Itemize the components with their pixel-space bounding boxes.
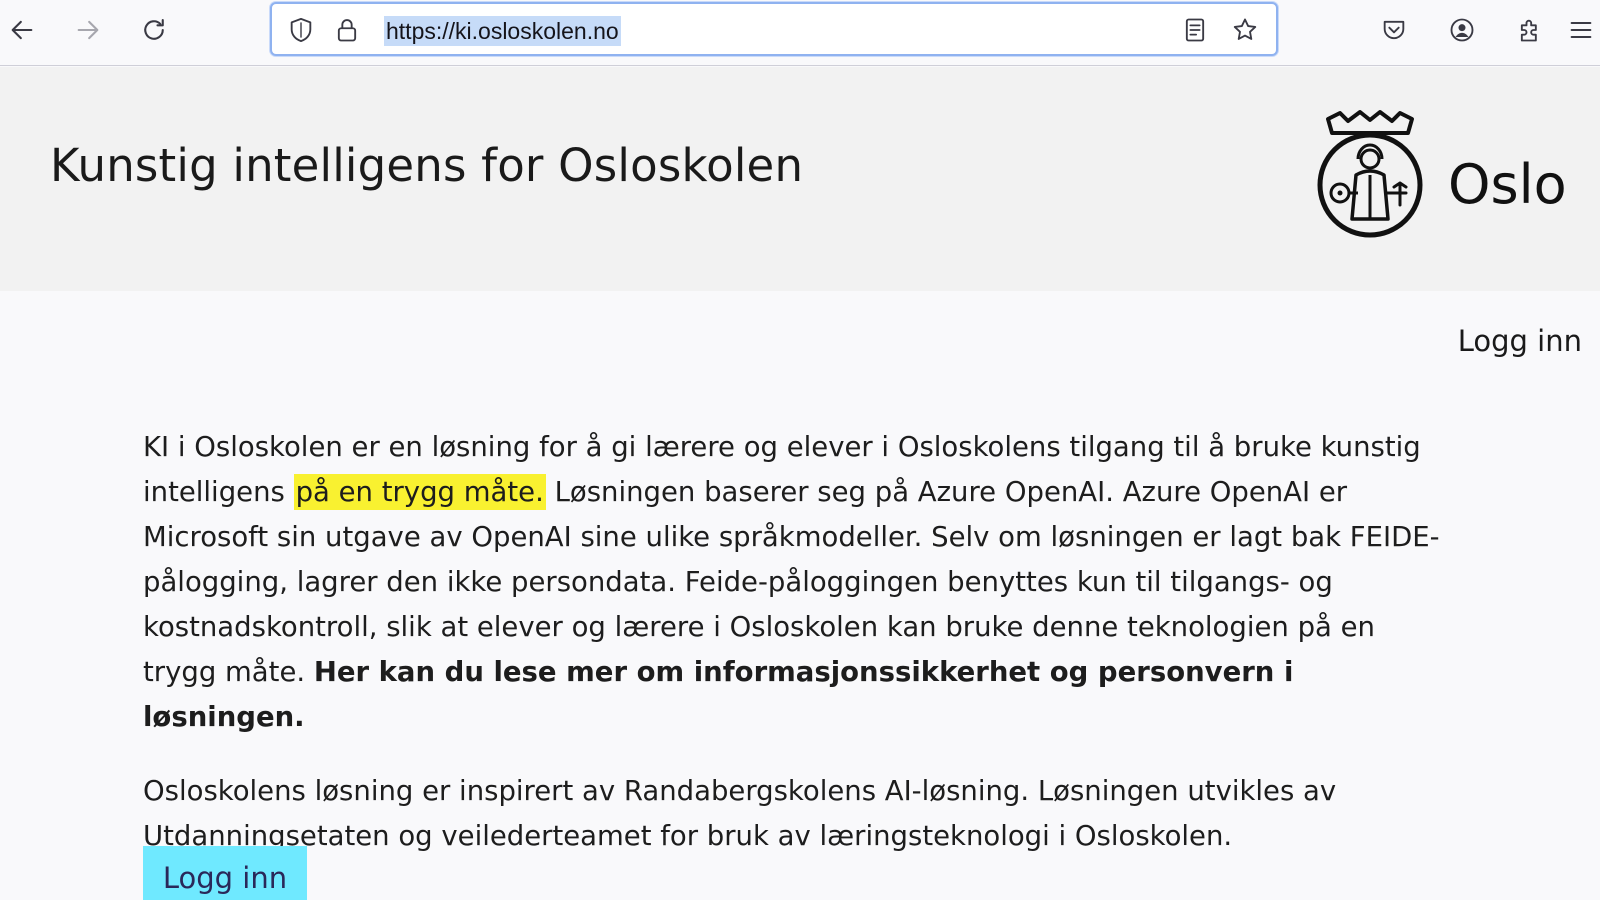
account-icon bbox=[1450, 18, 1474, 42]
pocket-button[interactable] bbox=[1374, 10, 1414, 50]
about-paragraph: Osloskolens løsning er inspirert av Rand… bbox=[143, 775, 1337, 852]
tracking-protection-shield-icon[interactable] bbox=[286, 15, 316, 45]
lock-icon[interactable] bbox=[332, 15, 362, 45]
header-login-link[interactable]: Logg inn bbox=[1458, 324, 1582, 358]
bookmark-star-icon[interactable] bbox=[1230, 15, 1260, 45]
oslo-logo-wordmark: Oslo bbox=[1448, 153, 1567, 216]
puzzle-piece-icon bbox=[1520, 19, 1537, 42]
highlighted-text: på en trygg måte. bbox=[293, 474, 546, 510]
main-content: KI i Osloskolen er en løsning for å gi l… bbox=[143, 425, 1443, 859]
forward-button[interactable] bbox=[68, 10, 108, 50]
back-button[interactable] bbox=[2, 10, 42, 50]
page-title: Kunstig intelligens for Osloskolen bbox=[50, 139, 804, 192]
oslo-city-seal-logo[interactable] bbox=[1310, 107, 1430, 243]
privacy-info-link[interactable]: Her kan du lese mer om informasjonssikke… bbox=[143, 656, 1293, 733]
browser-toolbar: https://ki.osloskolen.no bbox=[0, 0, 1600, 66]
pocket-icon bbox=[1383, 20, 1405, 40]
login-button[interactable]: Logg inn bbox=[143, 846, 307, 900]
reader-view-icon[interactable] bbox=[1180, 15, 1210, 45]
hamburger-menu-icon bbox=[1570, 21, 1592, 39]
site-header: Kunstig intelligens for Osloskolen Oslo bbox=[0, 67, 1600, 291]
arrow-right-icon bbox=[77, 20, 99, 40]
arrow-left-icon bbox=[11, 20, 33, 40]
account-button[interactable] bbox=[1442, 10, 1482, 50]
intro-paragraph: KI i Osloskolen er en løsning for å gi l… bbox=[143, 425, 1443, 740]
app-menu-button[interactable] bbox=[1566, 10, 1596, 50]
reload-button[interactable] bbox=[134, 10, 174, 50]
reload-icon bbox=[144, 19, 164, 40]
url-text[interactable]: https://ki.osloskolen.no bbox=[384, 16, 621, 46]
url-bar[interactable]: https://ki.osloskolen.no bbox=[270, 2, 1278, 56]
extensions-button[interactable] bbox=[1510, 10, 1550, 50]
